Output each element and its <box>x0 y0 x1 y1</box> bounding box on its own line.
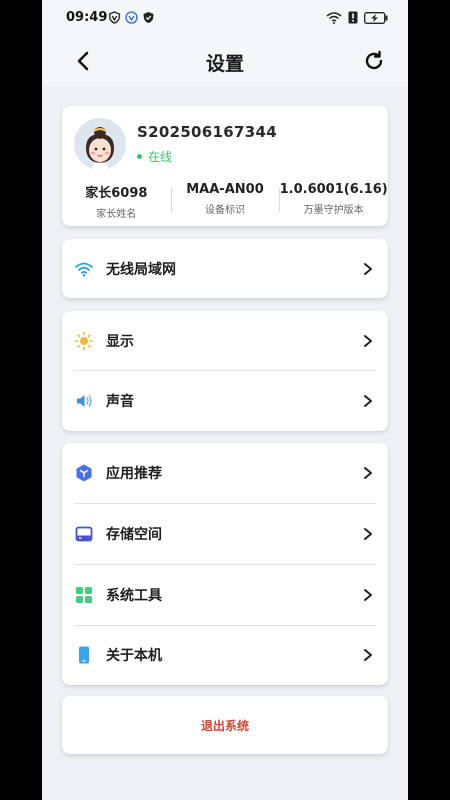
chevron-right-icon <box>364 467 372 479</box>
app-notification-icon <box>125 11 138 24</box>
display-sound-group: 显示 声音 <box>62 311 388 431</box>
stat-device-id: MAA-AN00 设备标识 <box>170 182 280 220</box>
app-cube-icon <box>76 464 92 482</box>
page-title: 设置 <box>205 53 244 75</box>
settings-screen: 09:49 设置 S202506167344 在线 家长6098 家长姓名 MA… <box>42 0 408 800</box>
menu-item-display[interactable]: 显示 <box>62 311 388 371</box>
menu-item-label: 显示 <box>106 334 134 350</box>
chevron-right-icon <box>364 649 372 661</box>
brightness-icon <box>74 331 94 351</box>
menu-item-label: 无线局域网 <box>106 262 176 278</box>
stat-label: 万墨守护版本 <box>303 205 364 216</box>
status-time: 09:49 <box>66 10 108 25</box>
wifi-signal-icon <box>326 11 342 24</box>
menu-item-label: 声音 <box>106 394 134 410</box>
menu-item-app-recommend[interactable]: 应用推荐 <box>62 443 388 503</box>
navigation-bar: 设置 <box>42 36 408 86</box>
menu-item-system-tools[interactable]: 系统工具 <box>62 565 388 625</box>
menu-item-label: 关于本机 <box>106 648 162 664</box>
stat-app-version: 1.0.6001(6.16) 万墨守护版本 <box>279 182 388 220</box>
stat-value: 家长6098 <box>85 186 148 201</box>
chevron-right-icon <box>364 335 372 347</box>
menu-item-label: 系统工具 <box>106 588 162 604</box>
menu-item-storage[interactable]: 存储空间 <box>62 504 388 564</box>
menu-item-about[interactable]: 关于本机 <box>62 625 388 685</box>
shield-v-icon <box>108 11 121 24</box>
stat-value: MAA-AN00 <box>186 182 264 197</box>
storage-drive-icon <box>75 526 93 542</box>
status-bar: 09:49 <box>42 0 408 36</box>
logout-label: 退出系统 <box>200 718 249 733</box>
stat-parent-name: 家长6098 家长姓名 <box>62 182 171 220</box>
phone-device-icon <box>79 646 89 664</box>
network-group: 无线局域网 <box>62 239 388 298</box>
chevron-right-icon <box>364 263 372 275</box>
menu-item-label: 存储空间 <box>106 527 162 543</box>
profile-card: S202506167344 在线 家长6098 家长姓名 MAA-AN00 设备… <box>62 106 388 226</box>
chevron-right-icon <box>364 395 372 407</box>
stat-value: 1.0.6001(6.16) <box>279 182 388 197</box>
alert-icon <box>348 11 358 24</box>
wifi-icon <box>75 262 93 277</box>
user-id: S202506167344 <box>137 123 277 141</box>
security-shield-icon <box>143 12 154 23</box>
stat-label: 设备标识 <box>205 205 245 216</box>
refresh-icon[interactable] <box>362 49 386 73</box>
online-status-label: 在线 <box>148 150 173 164</box>
cartoon-girl-avatar-icon <box>74 118 126 170</box>
speaker-icon <box>77 395 92 407</box>
chevron-right-icon <box>364 589 372 601</box>
logout-button[interactable]: 退出系统 <box>62 696 388 754</box>
battery-charging-icon <box>364 11 388 24</box>
profile-stats: 家长6098 家长姓名 MAA-AN00 设备标识 1.0.6001(6.16)… <box>62 182 388 220</box>
apps-group: 应用推荐 存储空间 系统工具 关于本机 <box>62 443 388 685</box>
menu-item-sound[interactable]: 声音 <box>62 371 388 431</box>
avatar <box>74 118 126 170</box>
tools-grid-icon <box>76 587 92 603</box>
online-dot-icon <box>137 154 142 159</box>
chevron-right-icon <box>364 528 372 540</box>
menu-item-label: 应用推荐 <box>106 466 162 482</box>
online-status: 在线 <box>137 148 172 165</box>
stat-label: 家长姓名 <box>96 209 137 220</box>
menu-item-wifi[interactable]: 无线局域网 <box>62 239 388 299</box>
